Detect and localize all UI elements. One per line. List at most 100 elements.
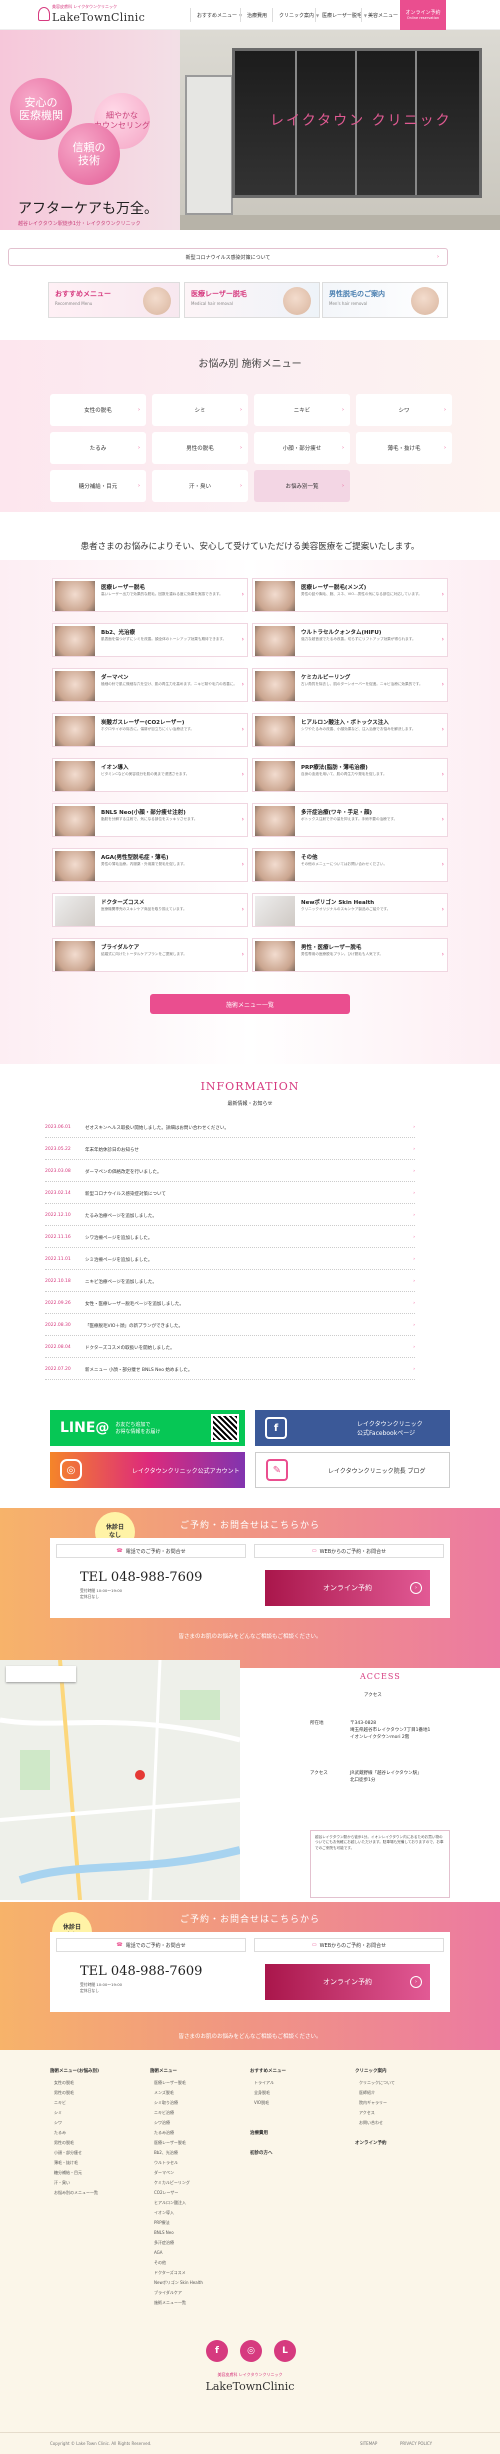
footer-link[interactable]: VIO脱毛 (254, 2100, 269, 2106)
footer-link[interactable]: 施術メニュー一覧 (154, 2300, 186, 2306)
concern-menu-item[interactable]: お悩み別一覧 › (254, 470, 350, 502)
footer-link[interactable]: ニキビ治療 (154, 2110, 174, 2116)
web-tab[interactable]: ▭ WEBからのご予約・お問合せ (254, 1544, 444, 1558)
footer-link[interactable]: PRP療法 (154, 2220, 170, 2226)
treatment-card[interactable]: 多汗症治療(ワキ・手足・顔) ボトックス注射で汗の量を抑えます。手術不要の治療です… (252, 803, 448, 837)
treatment-card[interactable]: 男性・医療レーザー脱毛 男性専用の医療脱毛プラン。ひげ脱毛も人気です。 › (252, 938, 448, 972)
news-item[interactable]: 2022.08.04 ドクターズコスメの取扱いを開始しました。 › (45, 1338, 415, 1358)
facebook-icon[interactable]: f (206, 2340, 228, 2362)
footer-link[interactable]: 女性の脱毛 (54, 2080, 74, 2086)
news-item[interactable]: 2022.11.16 シワ治療ページを追加しました。 › (45, 1228, 415, 1248)
footer-link[interactable]: Newポリゴン Skin Health (154, 2280, 203, 2286)
online-reservation-button[interactable]: オンライン予約 › (265, 1570, 430, 1606)
footer-link[interactable]: ヒアルロン酸注入 (154, 2200, 186, 2206)
concern-menu-item[interactable]: 小顔・部分痩せ › (254, 432, 350, 464)
online-reservation-button[interactable]: オンライン予約 › (265, 1964, 430, 2000)
footer-link[interactable]: お悩み別のメニュー一覧 (54, 2190, 98, 2196)
covid-notice-link[interactable]: 新型コロナウイルス感染対策について › (8, 248, 448, 266)
news-item[interactable]: 2022.07.20 新メニュー 小顔・部分痩せ BNLS Neo 始めました。 › (45, 1360, 415, 1380)
concern-menu-item[interactable]: シミ › (152, 394, 248, 426)
treatment-card[interactable]: イオン導入 ビタミンCなどの美容成分を肌の奥まで浸透させます。 › (52, 758, 248, 792)
banner-mens[interactable]: 男性脱毛のご案内 Men's hair removal (322, 282, 448, 318)
nav-beauty[interactable]: 美容メニュー▼ (361, 8, 403, 22)
banner-recommend[interactable]: おすすめメニュー Recommend Menu (48, 282, 180, 318)
footer-logo[interactable]: LakeTownClinic (0, 2380, 500, 2393)
news-item[interactable]: 2022.10.18 ニキビ治療ページを追加しました。 › (45, 1272, 415, 1292)
footer-link[interactable]: 医療レーザー脱毛 (154, 2140, 186, 2146)
treatment-card[interactable]: Bb2、光治療 肌表面を傷つけずにシミを改善。顔全体のトーンアップ効果も期待できま… (52, 623, 248, 657)
treatment-card[interactable]: PRP療法(脂肪・薄毛治療) 自身の血液を用いて、肌の再生力や発毛を促します。 › (252, 758, 448, 792)
footer-link[interactable]: トライアル (254, 2080, 274, 2086)
phone-tab[interactable]: ☎ 電話でのご予約・お問合せ (56, 1544, 246, 1558)
footer-link[interactable]: AGA (154, 2250, 163, 2255)
footer-link[interactable]: アクセス (359, 2110, 375, 2116)
phone-number[interactable]: TEL 048-988-7609 (80, 1964, 202, 1979)
logo-mark[interactable] (38, 7, 50, 21)
concern-menu-item[interactable]: たるみ › (50, 432, 146, 464)
nav-clinic[interactable]: クリニック案内 ▼ (272, 8, 319, 22)
footer-link[interactable]: クリニックについて (359, 2080, 395, 2086)
news-item[interactable]: 2022.11.01 シミ治療ページを追加しました。 › (45, 1250, 415, 1270)
concern-menu-item[interactable]: 女性の脱毛 › (50, 394, 146, 426)
instagram-icon[interactable]: ◎ (240, 2340, 262, 2362)
footer-link[interactable]: イオン導入 (154, 2210, 174, 2216)
facebook-banner[interactable]: f レイクタウンクリニック 公式Facebookページ (255, 1410, 450, 1446)
phone-number[interactable]: TEL 048-988-7609 (80, 1570, 202, 1585)
footer-link[interactable]: 小顔・部分痩せ (54, 2150, 82, 2156)
treatment-card[interactable]: ドクターズコスメ 医療機関専売のスキンケア商品を取り揃えています。 › (52, 893, 248, 927)
footer-link[interactable]: ダーマペン (154, 2170, 174, 2176)
concern-menu-item[interactable]: 汗・臭い › (152, 470, 248, 502)
news-item[interactable]: 2022.12.10 たるみ治療ページを追加しました。 › (45, 1206, 415, 1226)
line-banner[interactable]: LINE@ お友だち追加で お得な情報をお届け (50, 1410, 245, 1446)
blog-banner[interactable]: ✎ レイクタウンクリニック院長 ブログ (255, 1452, 450, 1488)
news-item[interactable]: 2023.03.08 ダーマペンの価格改定を行いました。 › (45, 1162, 415, 1182)
privacy-link[interactable]: PRIVACY POLICY (400, 2441, 432, 2446)
treatment-card[interactable]: その他 その他のメニューについてはお問い合わせください。 › (252, 848, 448, 882)
footer-link[interactable]: お問い合わせ (359, 2120, 383, 2126)
treatment-card[interactable]: ヒアルロン酸注入・ボトックス注入 シワやたるみの改善、小顔効果など、注入治療でお悩… (252, 713, 448, 747)
banner-laser[interactable]: 医療レーザー脱毛 Medical hair removal (184, 282, 320, 318)
footer-link[interactable]: 汗・臭い (54, 2180, 70, 2186)
nav-recommend[interactable]: おすすめメニュー ▼ (190, 8, 242, 22)
footer-link[interactable]: ドクターズコスメ (154, 2270, 186, 2276)
concern-menu-item[interactable]: シワ › (356, 394, 452, 426)
footer-link[interactable]: ニキビ (54, 2100, 66, 2106)
logo[interactable]: LakeTownClinic (52, 11, 145, 24)
nav-laser[interactable]: 医療レーザー脱毛 ▼ (315, 8, 367, 22)
concern-menu-item[interactable]: ニキビ › (254, 394, 350, 426)
footer-link[interactable]: 男性の脱毛 (54, 2090, 74, 2096)
line-icon[interactable]: L (274, 2340, 296, 2362)
treatment-card[interactable]: BNLS Neo(小顔・部分痩せ注射) 脂肪を分解する注射で、気になる部位をスッキ… (52, 803, 248, 837)
treatment-card[interactable]: 医療レーザー脱毛(メンズ) 男性の髭や胸毛、腕、スネ、VIO…男性の気になる部位に… (252, 578, 448, 612)
web-tab[interactable]: ▭ WEBからのご予約・お問合せ (254, 1938, 444, 1952)
footer-link[interactable]: 医師紹介 (359, 2090, 375, 2096)
footer-link[interactable]: 糖分補給・目元 (54, 2170, 82, 2176)
news-item[interactable]: 2022.09.26 女性・医療レーザー脱毛ページを追加しました。 › (45, 1294, 415, 1314)
footer-link[interactable]: シミ (54, 2110, 62, 2116)
concern-menu-item[interactable]: 男性の脱毛 › (152, 432, 248, 464)
treatment-card[interactable]: ケミカルピーリング 古い角質を除去し、肌のターンオーバーを促進。ニキビ治療に効果的… (252, 668, 448, 702)
footer-link[interactable]: Bb2、光治療 (154, 2150, 178, 2156)
online-reservation-button[interactable]: オンライン予約 Online reservation (400, 0, 446, 30)
news-item[interactable]: 2023.02.14 新型コロナウイルス感染症対策について › (45, 1184, 415, 1204)
footer-link[interactable]: 男性の脱毛 (54, 2140, 74, 2146)
footer-link[interactable]: シワ治療 (154, 2120, 170, 2126)
footer-link[interactable]: ウルトラセル (154, 2160, 178, 2166)
footer-link[interactable]: シワ (54, 2120, 62, 2126)
footer-link[interactable]: CO2レーザー (154, 2190, 178, 2196)
footer-col-heading[interactable]: 初診の方へ (250, 2150, 273, 2156)
nav-price[interactable]: 治療費用 (240, 8, 267, 22)
treatment-card[interactable]: ウルトラセルクォンタム(HIFU) 強力な超音波でたるみ改善。切らずにリフトアップ… (252, 623, 448, 657)
sitemap-link[interactable]: SITEMAP (360, 2441, 377, 2446)
footer-link[interactable]: 医療レーザー脱毛 (154, 2080, 186, 2086)
footer-link[interactable]: BNLS Neo (154, 2230, 174, 2235)
treatment-card[interactable]: 医療レーザー脱毛 高いレーザー出力で効果的な脱毛。回数を重ねる度に効果を実感できま… (52, 578, 248, 612)
treatment-card[interactable]: 炭酸ガスレーザー(CO2レーザー) ホクロやイボの除去に。傷跡が目立ちにくい治療法… (52, 713, 248, 747)
footer-link[interactable]: その他 (154, 2260, 166, 2266)
footer-link[interactable]: メンズ脱毛 (154, 2090, 174, 2096)
treatment-card[interactable]: ブライダルケア 結婚式に向けたトータルケアプランをご提案します。 › (52, 938, 248, 972)
concern-menu-item[interactable]: 薄毛・抜け毛 › (356, 432, 452, 464)
footer-link[interactable]: 多汗症治療 (154, 2240, 174, 2246)
all-treatments-button[interactable]: 施術メニュー一覧 (150, 994, 350, 1014)
treatment-card[interactable]: AGA(男性型脱毛症・薄毛) 男性の薄毛治療。内服薬・外用薬で発毛を促します。 › (52, 848, 248, 882)
